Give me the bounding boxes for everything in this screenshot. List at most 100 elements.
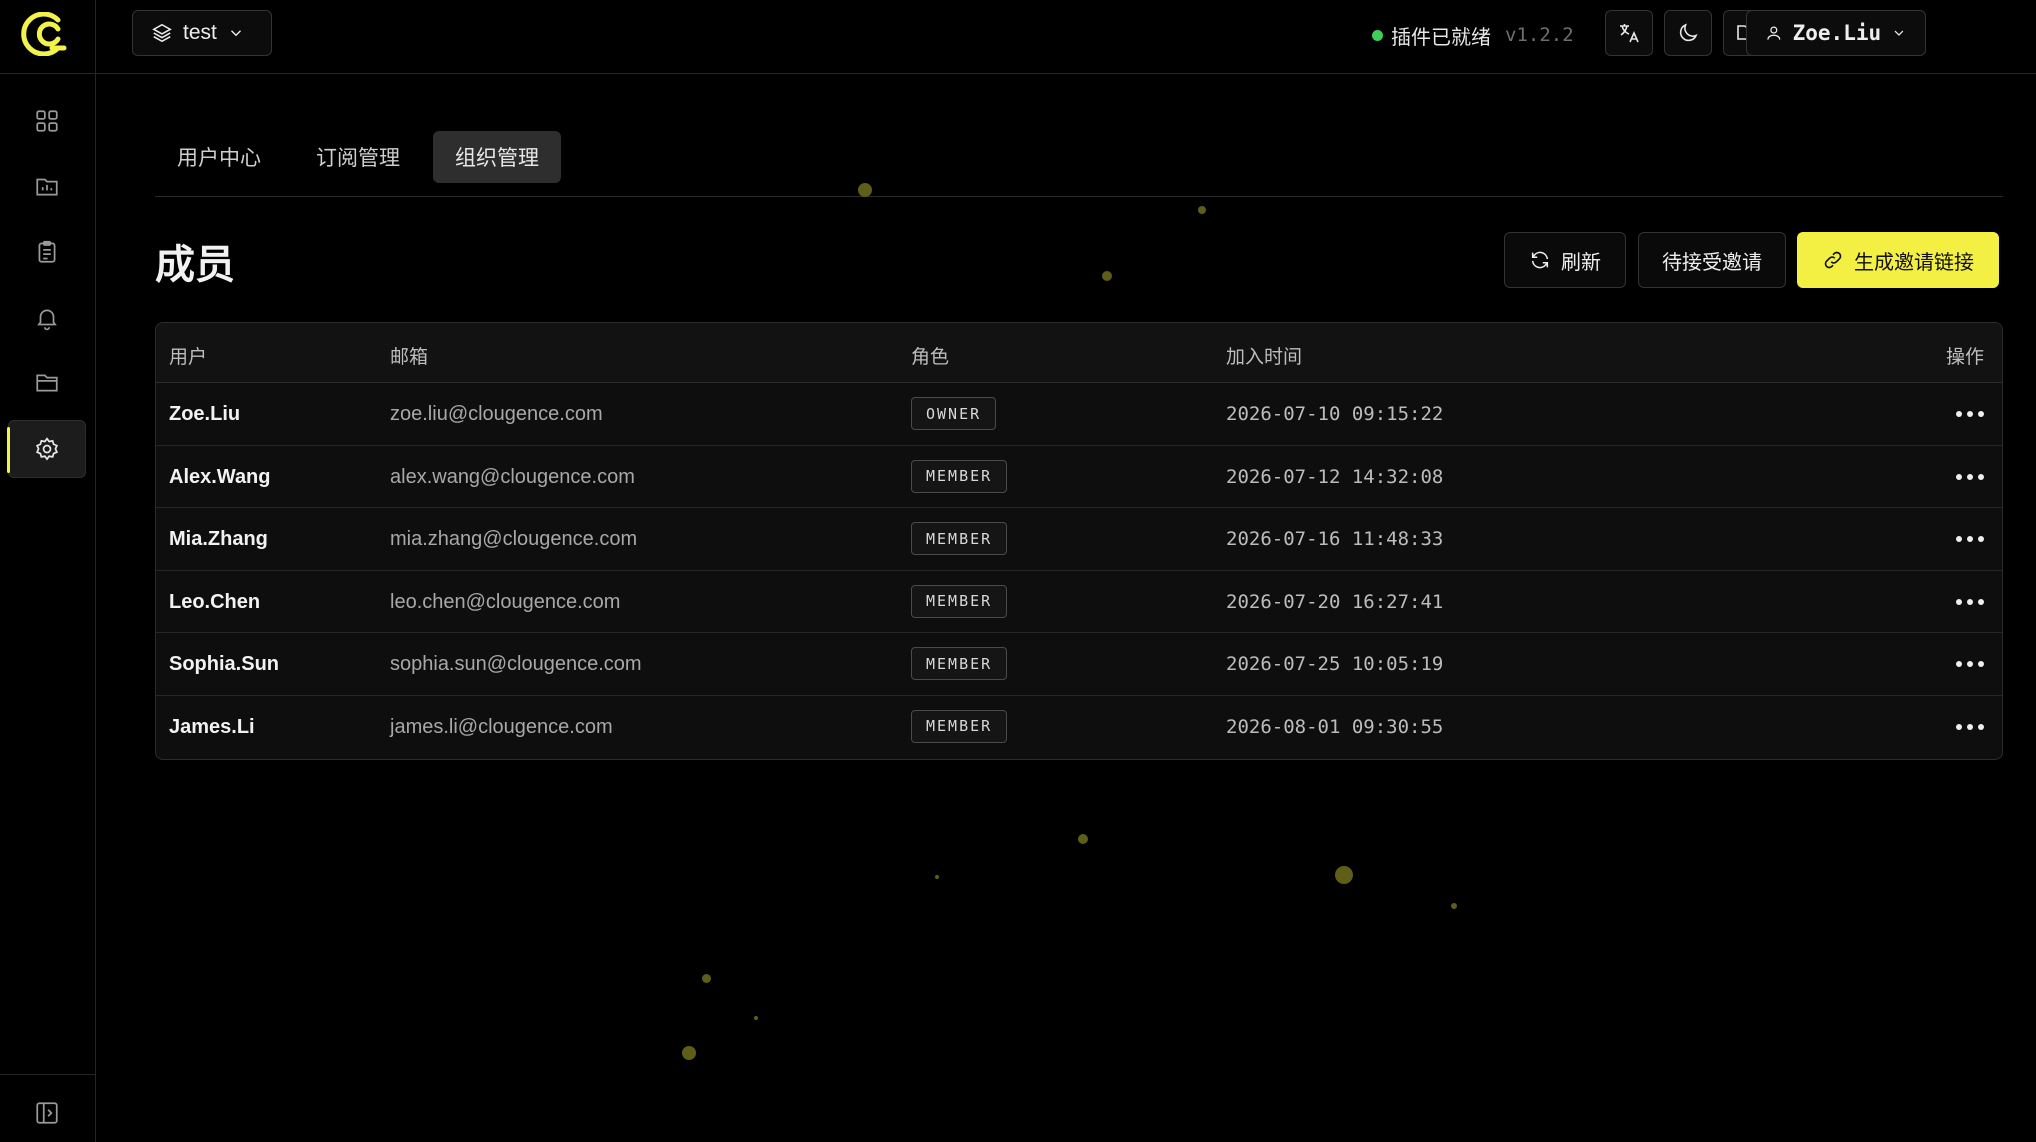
page-title: 成员 (155, 243, 235, 287)
tab-organization[interactable]: 组织管理 (433, 131, 561, 183)
translate-icon (1620, 24, 1639, 43)
member-email: mia.zhang@clougence.com (390, 528, 638, 550)
table-row: Mia.Zhang mia.zhang@clougence.com MEMBER… (156, 508, 2002, 571)
role-badge: MEMBER (911, 584, 1008, 618)
joined-time: 2026-07-16 11:48:33 (1226, 528, 1444, 550)
row-more-button[interactable] (1950, 522, 1990, 556)
member-name: Leo.Chen (169, 590, 261, 613)
more-horizontal-icon (1956, 723, 1984, 730)
role-badge: MEMBER (911, 647, 1008, 680)
member-email: james.li@clougence.com (390, 715, 613, 738)
background-particle (1078, 834, 1088, 844)
member-name: Sophia.Sun (169, 653, 279, 675)
logo-icon[interactable] (18, 11, 68, 57)
refresh-icon (1531, 251, 1549, 269)
theme-toggle-button[interactable] (1664, 10, 1712, 56)
tab-bar: 用户中心 订阅管理 组织管理 (155, 131, 2003, 197)
generate-invite-link-label: 生成邀请链接 (1854, 251, 1974, 274)
settings-icon (36, 437, 58, 461)
row-more-button[interactable] (1950, 460, 1990, 494)
generate-invite-link-button[interactable]: 生成邀请链接 (1797, 232, 1999, 288)
background-particle (858, 183, 872, 197)
member-email: leo.chen@clougence.com (390, 590, 621, 613)
table-row: Alex.Wang alex.wang@clougence.com MEMBER… (156, 446, 2002, 508)
background-particle (1451, 903, 1457, 909)
background-particle (1102, 271, 1112, 281)
status-dot (1372, 29, 1383, 41)
more-horizontal-icon (1956, 411, 1984, 417)
header-email: 邮箱 (390, 347, 429, 368)
joined-time: 2026-07-20 16:27:41 (1226, 590, 1444, 613)
background-particle (935, 875, 939, 879)
row-more-button[interactable] (1950, 647, 1990, 681)
role-badge: MEMBER (911, 522, 1008, 555)
app-root: test 插件已就绪 v1.2.2 Zoe.Liu 用户中心 订阅管理 组织管理… (0, 0, 2036, 1142)
more-horizontal-icon (1956, 598, 1984, 605)
folder-icon (36, 374, 58, 392)
background-particle (1198, 206, 1206, 214)
sidebar-toggle-icon (36, 1102, 58, 1124)
bell-icon (37, 309, 57, 331)
member-name: Mia.Zhang (169, 528, 268, 550)
tab-user-center[interactable]: 用户中心 (155, 131, 283, 183)
link-icon (1824, 251, 1842, 269)
sidebar-item-notifications[interactable] (8, 289, 86, 347)
status-text: 插件已就绪 (1391, 26, 1491, 49)
tab-subscription[interactable]: 订阅管理 (294, 131, 422, 183)
row-more-button[interactable] (1950, 397, 1990, 431)
plugin-status: 插件已就绪 v1.2.2 (1372, 20, 1574, 50)
table-row: Sophia.Sun sophia.sun@clougence.com MEMB… (156, 633, 2002, 696)
project-selector[interactable]: test (132, 10, 272, 56)
joined-time: 2026-07-10 09:15:22 (1226, 403, 1444, 425)
chevron-down-icon (1894, 30, 1904, 36)
more-horizontal-icon (1956, 536, 1984, 542)
collapse-sidebar-button[interactable] (8, 1084, 86, 1142)
member-email: zoe.liu@clougence.com (390, 403, 603, 425)
background-particle (1335, 866, 1353, 884)
refresh-button[interactable]: 刷新 (1504, 232, 1626, 288)
background-particle (702, 974, 711, 983)
chevron-down-icon (230, 30, 241, 37)
row-more-button[interactable] (1950, 585, 1990, 619)
joined-time: 2026-07-25 10:05:19 (1226, 653, 1444, 675)
header-role: 角色 (911, 347, 950, 368)
sidebar-item-files[interactable] (8, 354, 86, 412)
table-row: James.Li james.li@clougence.com MEMBER 2… (156, 696, 2002, 759)
sidebar-bottom-divider (0, 1074, 96, 1075)
clipboard-icon (38, 240, 56, 263)
table-header: 用户 邮箱 角色 加入时间 操作 (156, 323, 2002, 383)
role-badge: MEMBER (911, 459, 1008, 493)
row-more-button[interactable] (1950, 710, 1990, 744)
user-menu[interactable]: Zoe.Liu (1746, 10, 1926, 56)
sidebar-item-tasks[interactable] (8, 223, 86, 281)
joined-time: 2026-07-12 14:32:08 (1226, 465, 1444, 488)
sidebar-item-dashboard[interactable] (8, 92, 86, 150)
language-button[interactable] (1605, 10, 1653, 56)
monitor-chart-icon (36, 178, 58, 196)
dashboard-icon (36, 110, 58, 132)
member-email: sophia.sun@clougence.com (390, 653, 642, 675)
member-email: alex.wang@clougence.com (390, 465, 635, 488)
members-table: 用户 邮箱 角色 加入时间 操作 Zoe.Liu zoe.liu@clougen… (155, 322, 2003, 760)
refresh-label: 刷新 (1561, 251, 1601, 274)
layers-icon (152, 23, 172, 43)
sidebar-item-monitor[interactable] (8, 157, 86, 215)
role-badge: OWNER (911, 397, 997, 430)
top-bar: test 插件已就绪 v1.2.2 Zoe.Liu (96, 0, 2036, 74)
pending-invitations-button[interactable]: 待接受邀请 (1638, 232, 1786, 288)
sidebar-divider (0, 73, 96, 74)
background-particle (754, 1016, 758, 1020)
joined-time: 2026-08-01 09:30:55 (1226, 715, 1444, 738)
table-row: Leo.Chen leo.chen@clougence.com MEMBER 2… (156, 571, 2002, 633)
status-version: v1.2.2 (1505, 24, 1574, 46)
sidebar (0, 0, 96, 1142)
table-row: Zoe.Liu zoe.liu@clougence.com OWNER 2026… (156, 383, 2002, 446)
sidebar-item-settings[interactable] (7, 420, 86, 478)
more-horizontal-icon (1956, 473, 1984, 480)
moon-icon (1679, 23, 1698, 42)
member-name: Alex.Wang (169, 465, 271, 488)
project-name: test (183, 21, 217, 44)
role-badge: MEMBER (911, 709, 1008, 743)
member-name: James.Li (169, 715, 255, 738)
header-actions: 操作 (1946, 347, 1985, 368)
